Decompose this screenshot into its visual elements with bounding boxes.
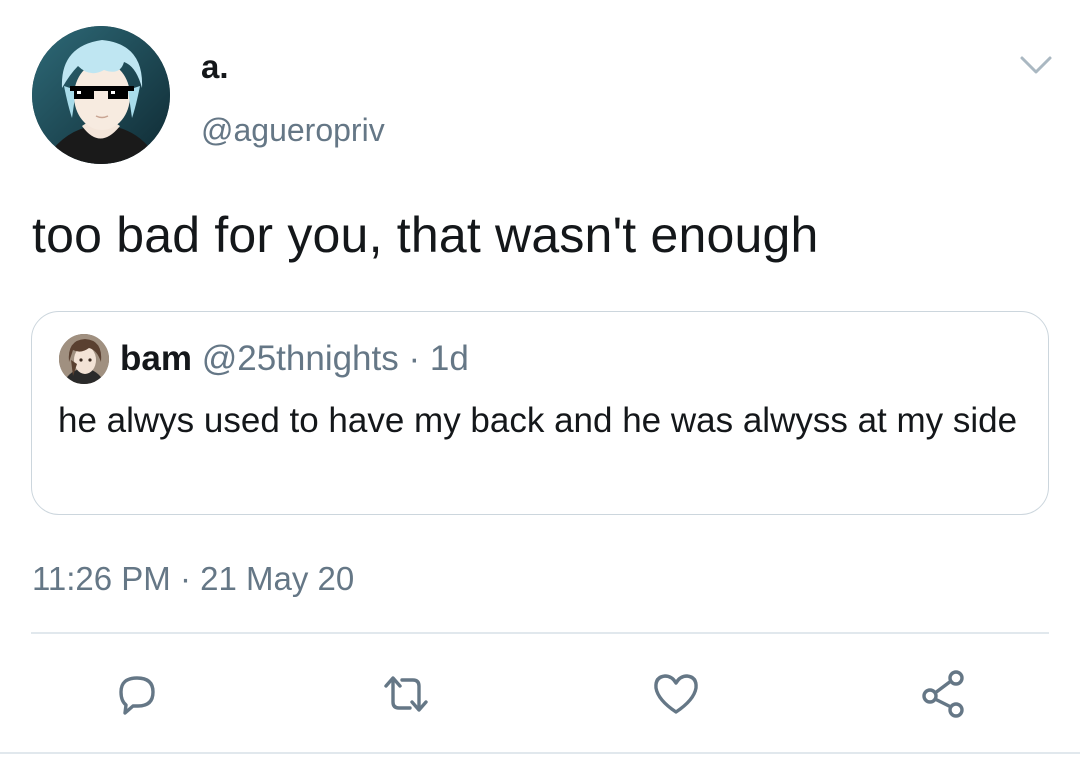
- brown-hair-avatar-icon: [59, 334, 109, 384]
- author-handle[interactable]: @agueropriv: [201, 114, 385, 146]
- reply-button[interactable]: [111, 668, 163, 720]
- author-display-name[interactable]: a.: [201, 50, 229, 83]
- author-avatar[interactable]: [32, 26, 170, 164]
- tweet-timestamp[interactable]: 11:26 PM · 21 May 20: [32, 562, 354, 595]
- divider: [31, 632, 1049, 634]
- anime-avatar-icon: [32, 26, 170, 164]
- reply-icon: [119, 676, 155, 715]
- quoted-tweet-text: he alwys used to have my back and he was…: [58, 401, 1018, 440]
- divider: [0, 752, 1080, 754]
- share-icon: [922, 670, 964, 718]
- tweet-text: too bad for you, that wasn't enough: [32, 207, 819, 263]
- quoted-tweet-card[interactable]: bam @25thnights · 1d he alwys used to ha…: [31, 311, 1049, 515]
- like-button[interactable]: [650, 668, 702, 720]
- quoted-author-meta: @25thnights · 1d: [201, 339, 469, 378]
- heart-icon: [654, 674, 698, 714]
- quoted-author-name: bam: [120, 339, 192, 378]
- chevron-down-icon[interactable]: [1018, 52, 1054, 78]
- share-button[interactable]: [918, 668, 970, 720]
- quoted-author-avatar: [59, 334, 109, 384]
- tweet-detail-view: a. @agueropriv too bad for you, that was…: [0, 0, 1080, 769]
- retweet-icon: [384, 676, 428, 712]
- retweet-button[interactable]: [380, 668, 432, 720]
- quoted-tweet-header: bam @25thnights · 1d: [120, 341, 469, 376]
